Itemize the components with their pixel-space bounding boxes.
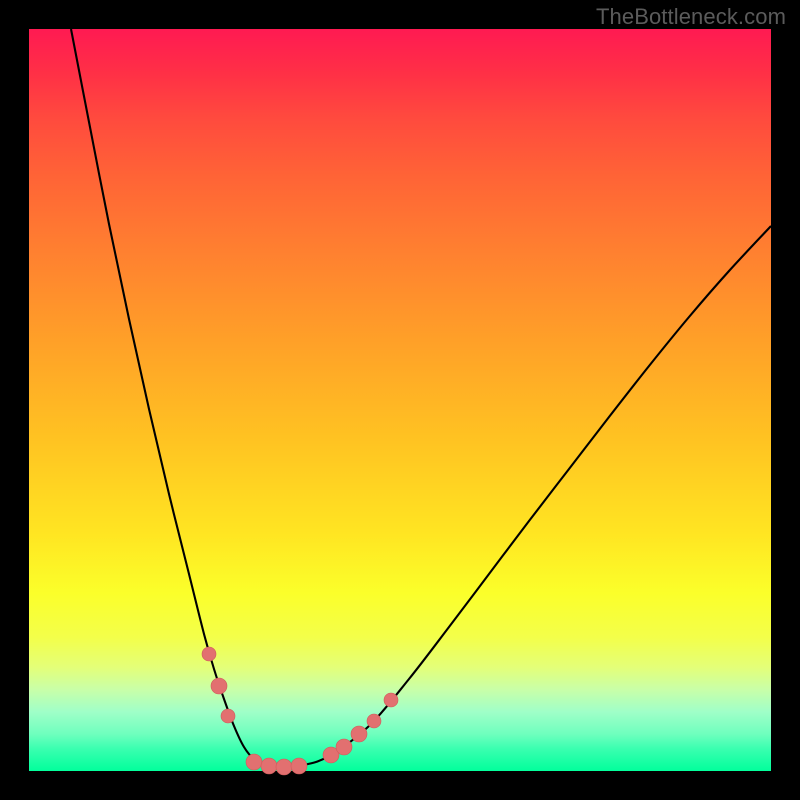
- curve-marker: [384, 693, 398, 707]
- curve-marker: [261, 758, 277, 774]
- curve-svg: [29, 29, 771, 771]
- curve-marker: [246, 754, 262, 770]
- curve-marker: [351, 726, 367, 742]
- watermark-text: TheBottleneck.com: [596, 4, 786, 30]
- curve-marker: [291, 758, 307, 774]
- chart-frame: TheBottleneck.com: [0, 0, 800, 800]
- curve-marker: [221, 709, 235, 723]
- curve-marker: [202, 647, 216, 661]
- plot-area: [29, 29, 771, 771]
- curve-markers: [202, 647, 398, 775]
- curve-marker: [367, 714, 381, 728]
- bottleneck-curve: [71, 29, 771, 767]
- curve-marker: [336, 739, 352, 755]
- curve-marker: [276, 759, 292, 775]
- curve-marker: [211, 678, 227, 694]
